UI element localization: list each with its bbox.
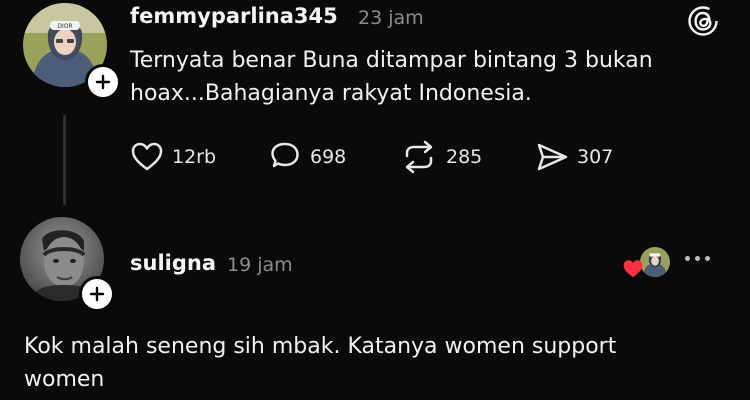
threads-icon[interactable] — [687, 5, 719, 41]
heart-icon — [623, 260, 643, 278]
reply-username[interactable]: suligna — [130, 251, 216, 275]
comment-count: 698 — [310, 146, 347, 168]
reply-time: 19 jam — [227, 254, 293, 276]
plus-icon — [89, 286, 105, 302]
repost-button[interactable]: 285 — [400, 140, 482, 174]
more-options-button[interactable] — [685, 256, 710, 261]
share-count: 307 — [577, 146, 614, 168]
avatar-suligna[interactable] — [20, 217, 115, 312]
comment-icon — [271, 142, 299, 168]
like-count: 12rb — [172, 146, 217, 168]
post-username[interactable]: femmyparlina345 — [130, 4, 338, 28]
heart-icon — [131, 142, 163, 171]
follow-plus-button[interactable] — [79, 276, 115, 312]
repost-count: 285 — [446, 146, 483, 168]
comment-button[interactable]: 698 — [268, 140, 346, 174]
more-dot — [705, 256, 710, 261]
post-text-line: hoax...Bahagianya rakyat Indonesia. — [130, 81, 532, 106]
share-button[interactable]: 307 — [535, 140, 613, 174]
avatar-femmyparlina345[interactable]: DIOR — [23, 3, 121, 100]
follow-plus-button[interactable] — [85, 64, 121, 100]
send-icon — [537, 143, 568, 171]
reply-text-line: women — [24, 367, 105, 392]
more-dot — [695, 256, 700, 261]
author-liked-indicator — [622, 245, 672, 279]
more-dot — [685, 256, 690, 261]
repost-icon — [405, 140, 433, 174]
post-text-line: Ternyata benar Buna ditampar bintang 3 b… — [130, 48, 653, 73]
reply-text: Kok malah seneng sih mbak. Katanya women… — [24, 330, 616, 396]
svg-text:DIOR: DIOR — [57, 23, 72, 30]
post-text: Ternyata benar Buna ditampar bintang 3 b… — [130, 44, 653, 110]
plus-icon — [95, 74, 111, 90]
reply-text-line: Kok malah seneng sih mbak. Katanya women… — [24, 334, 617, 359]
like-button[interactable]: 12rb — [130, 140, 216, 174]
thread-line — [63, 115, 66, 205]
post-time: 23 jam — [358, 7, 424, 29]
